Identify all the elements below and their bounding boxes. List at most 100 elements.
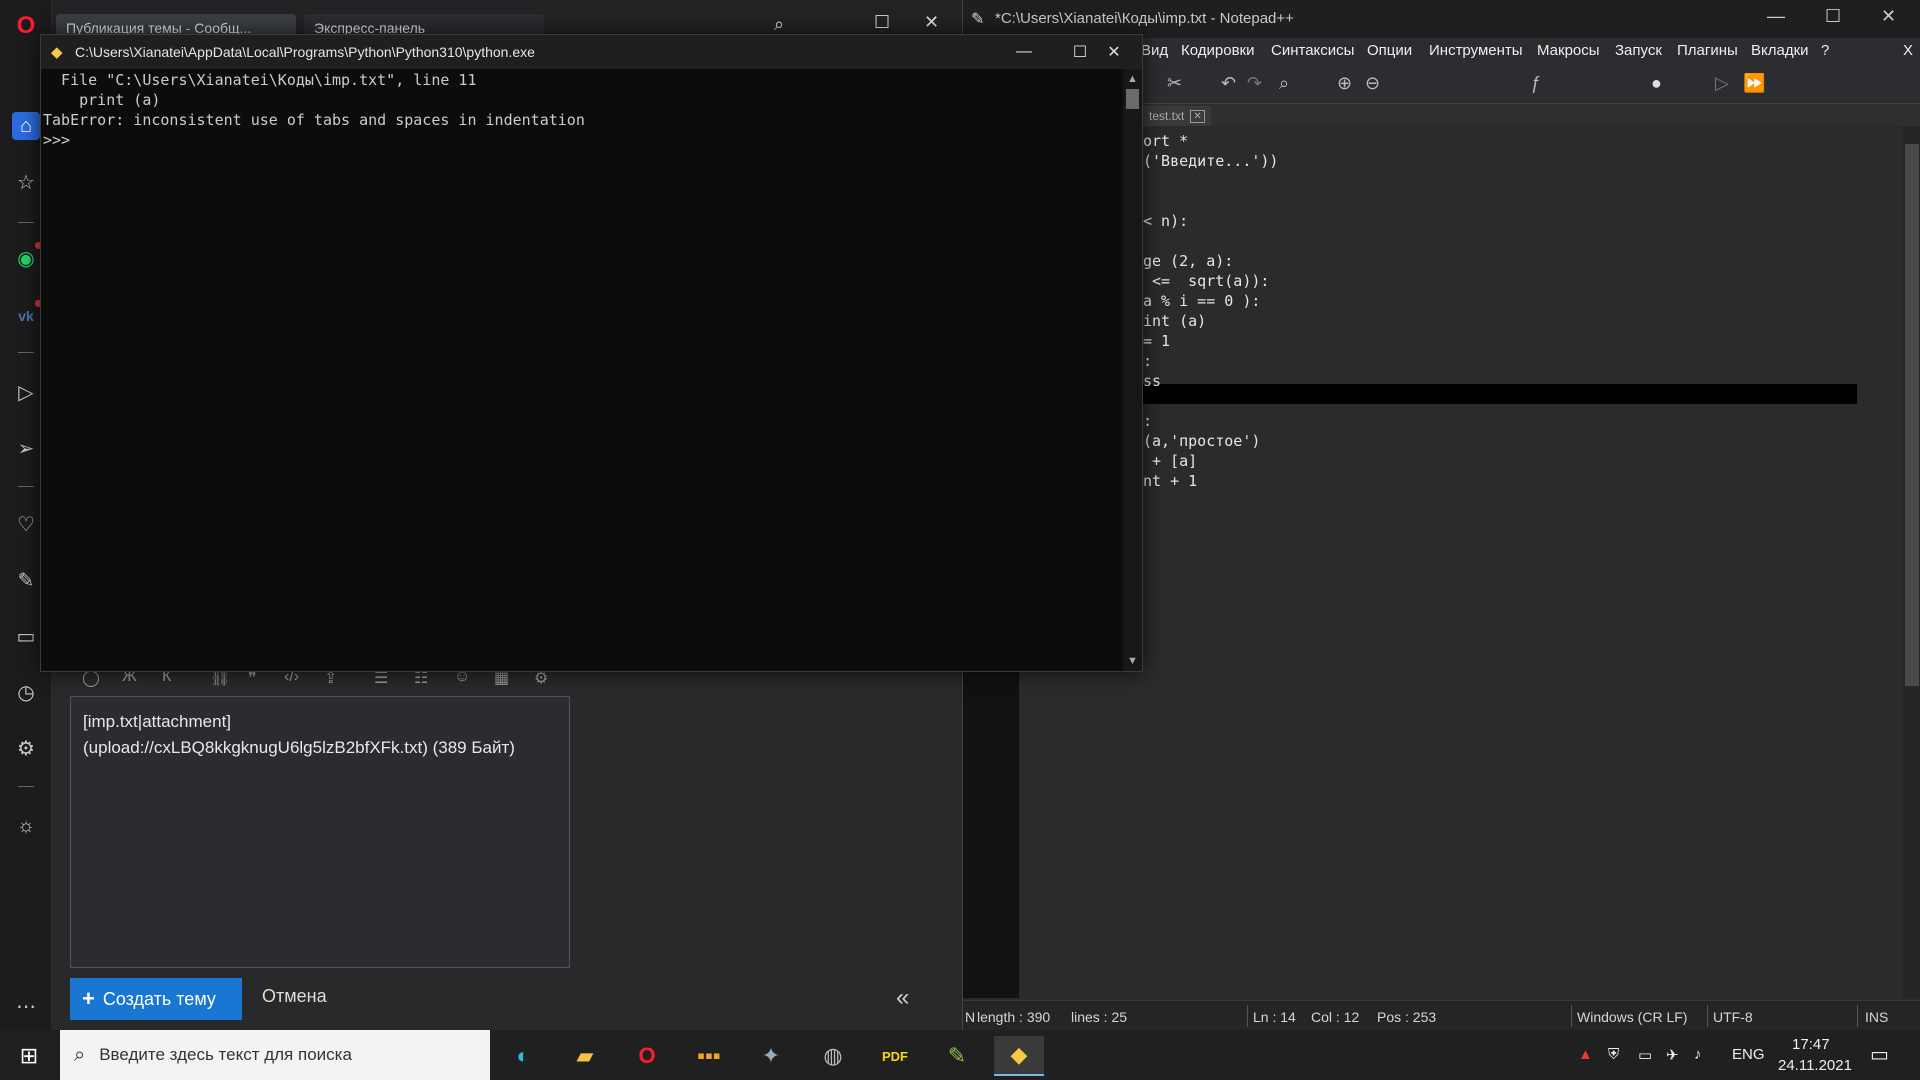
status-lines: lines : 25 — [1071, 1009, 1128, 1025]
close-icon[interactable]: ✕ — [924, 12, 939, 33]
more-icon[interactable]: ⋯ — [12, 992, 40, 1020]
status-length: length : 390 — [977, 1009, 1051, 1025]
app-dots-icon[interactable]: ▪▪▪ — [684, 1036, 734, 1076]
python-taskbar-icon[interactable]: ◆ — [994, 1036, 1044, 1076]
code-line: + [a] — [1143, 452, 1198, 470]
windows-taskbar: ⊞ ⌕ Введите здесь текст для поиска ◐ ▰ O… — [0, 1030, 1920, 1080]
whatsapp-icon[interactable]: ◉ — [12, 242, 42, 272]
post-editor[interactable]: [imp.txt|attachment](upload://cxLBQ8kkgk… — [70, 696, 570, 968]
menu-tools[interactable]: Инструменты — [1429, 42, 1523, 59]
file-explorer-icon[interactable]: ▰ — [560, 1036, 610, 1076]
security-icon[interactable]: ⛨ — [1608, 1046, 1619, 1063]
taskbar-search[interactable]: ⌕ Введите здесь текст для поиска — [60, 1030, 490, 1080]
console-line: print (a) — [43, 91, 161, 109]
notepadpp-logo-icon: ✎ — [971, 11, 985, 28]
undo-icon[interactable]: ↶ — [1221, 73, 1236, 94]
menu-macros[interactable]: Макросы — [1537, 42, 1600, 59]
tabs-icon[interactable]: ▭ — [12, 622, 40, 650]
run-multiple-macro-icon[interactable]: ⏩ — [1743, 73, 1765, 94]
menu-syntax[interactable]: Синтаксисы — [1271, 42, 1354, 59]
sidebar-separator — [18, 786, 34, 787]
volume-icon[interactable]: ♪ — [1694, 1046, 1702, 1063]
battery-icon[interactable]: ▭ — [1638, 1046, 1652, 1064]
code-line: ('Введите...')) — [1143, 152, 1279, 170]
close-icon[interactable]: ✕ — [1086, 35, 1142, 69]
heart-icon[interactable]: ♡ — [12, 510, 40, 538]
menu-plugins[interactable]: Плагины — [1677, 42, 1738, 59]
code-line: : — [1143, 352, 1153, 370]
menu-close[interactable]: X — [1903, 42, 1913, 59]
windows-start-icon[interactable]: ⊞ — [4, 1036, 54, 1076]
opera-icon[interactable]: O — [622, 1036, 672, 1076]
send-icon[interactable]: ➢ — [12, 434, 40, 462]
minimize-icon[interactable]: — — [1767, 6, 1785, 27]
status-pos: Pos : 253 — [1377, 1009, 1437, 1025]
gear-icon[interactable]: ⚙ — [12, 734, 40, 762]
scroll-up-icon[interactable]: ▲ — [1127, 73, 1138, 85]
cut-icon[interactable]: ✂ — [1167, 73, 1182, 94]
zoom-out-icon[interactable]: ⊖ — [1365, 73, 1380, 94]
clock-icon[interactable]: ◷ — [12, 678, 40, 706]
code-line: < n): — [1143, 212, 1189, 230]
menu-encoding[interactable]: Кодировки — [1181, 42, 1254, 59]
menu-help[interactable]: ? — [1821, 42, 1829, 59]
cancel-button[interactable]: Отмена — [262, 986, 327, 1007]
clock-time[interactable]: 17:47 — [1792, 1036, 1830, 1053]
sidebar-separator — [18, 486, 34, 487]
maximize-icon[interactable]: ☐ — [1825, 6, 1841, 27]
pdf-icon[interactable]: PDF — [870, 1036, 920, 1076]
search-icon: ⌕ — [74, 1043, 86, 1066]
play-macro-icon[interactable]: ▷ — [1715, 73, 1729, 94]
menu-options[interactable]: Опции — [1367, 42, 1412, 59]
search-icon[interactable]: ⌕ — [774, 14, 784, 35]
player-icon[interactable]: ▷ — [12, 378, 40, 406]
menu-tabs[interactable]: Вкладки — [1751, 42, 1809, 59]
record-macro-icon[interactable]: ● — [1651, 73, 1662, 94]
zoom-in-icon[interactable]: ⊕ — [1337, 73, 1352, 94]
find-icon[interactable]: ⌕ — [1279, 73, 1289, 94]
edge-icon[interactable]: ◐ — [498, 1036, 548, 1076]
console-output[interactable]: File "C:\Users\Xianatei\Коды\imp.txt", l… — [41, 69, 1123, 671]
create-topic-button[interactable]: + Создать тему — [70, 978, 242, 1020]
vk-icon[interactable]: vk — [12, 300, 42, 330]
collapse-icon[interactable]: « — [896, 984, 909, 1012]
status-col: Col : 12 — [1311, 1009, 1360, 1025]
tab-close-icon[interactable]: ✕ — [1190, 109, 1205, 123]
star-icon[interactable]: ☆ — [12, 168, 40, 196]
language-indicator[interactable]: ENG — [1732, 1046, 1765, 1063]
pinboard-icon[interactable]: ✎ — [12, 566, 40, 594]
game-icon[interactable]: ✦ — [746, 1036, 796, 1076]
status-prefix: N — [965, 1009, 976, 1025]
redo-icon[interactable]: ↷ — [1247, 73, 1262, 94]
scroll-down-icon[interactable]: ▼ — [1127, 655, 1138, 667]
minimize-icon[interactable]: — — [996, 35, 1052, 69]
scrollbar-thumb[interactable] — [1126, 89, 1139, 109]
clock-date[interactable]: 24.11.2021 — [1778, 1057, 1852, 1074]
code-editor[interactable]: ort * ('Введите...')) < n): ge (2, a): <= s… — [1019, 126, 1857, 998]
antivirus-icon[interactable]: ▲ — [1578, 1046, 1593, 1063]
lightbulb-icon[interactable]: ☼ — [12, 812, 40, 840]
opera-logo-icon[interactable]: O — [12, 12, 40, 40]
maximize-icon[interactable]: ☐ — [874, 12, 890, 33]
tab-test-txt[interactable]: test.txt ✕ — [1143, 106, 1211, 126]
status-ln: Ln : 14 — [1253, 1009, 1296, 1025]
console-line: File "C:\Users\Xianatei\Коды\imp.txt", l… — [43, 71, 477, 89]
status-encoding: UTF-8 — [1713, 1009, 1753, 1025]
vertical-scrollbar[interactable] — [1903, 126, 1920, 998]
scrollbar-thumb[interactable] — [1905, 144, 1919, 686]
home-icon[interactable]: ⌂ — [12, 112, 40, 140]
notifications-icon[interactable]: ▭ — [1870, 1042, 1889, 1067]
console-line: TabError: inconsistent use of tabs and s… — [43, 111, 585, 129]
menu-run[interactable]: Запуск — [1615, 42, 1662, 59]
airplane-icon[interactable]: ✈ — [1666, 1046, 1679, 1064]
function-icon[interactable]: ƒ — [1531, 73, 1541, 94]
code-line: nt + 1 — [1143, 472, 1198, 490]
code-line: ge (2, a): — [1143, 252, 1234, 270]
close-icon[interactable]: ✕ — [1881, 6, 1896, 27]
notepadpp-taskbar-icon[interactable]: ✎ — [932, 1036, 982, 1076]
notepadpp-titlebar: ✎ *C:\Users\Xianatei\Коды\imp.txt - Note… — [963, 0, 1920, 38]
globe-icon[interactable]: ◍ — [808, 1036, 858, 1076]
console-scrollbar[interactable]: ▲ ▼ — [1123, 69, 1142, 671]
search-placeholder: Введите здесь текст для поиска — [99, 1045, 352, 1064]
menu-view[interactable]: Вид — [1141, 42, 1168, 59]
